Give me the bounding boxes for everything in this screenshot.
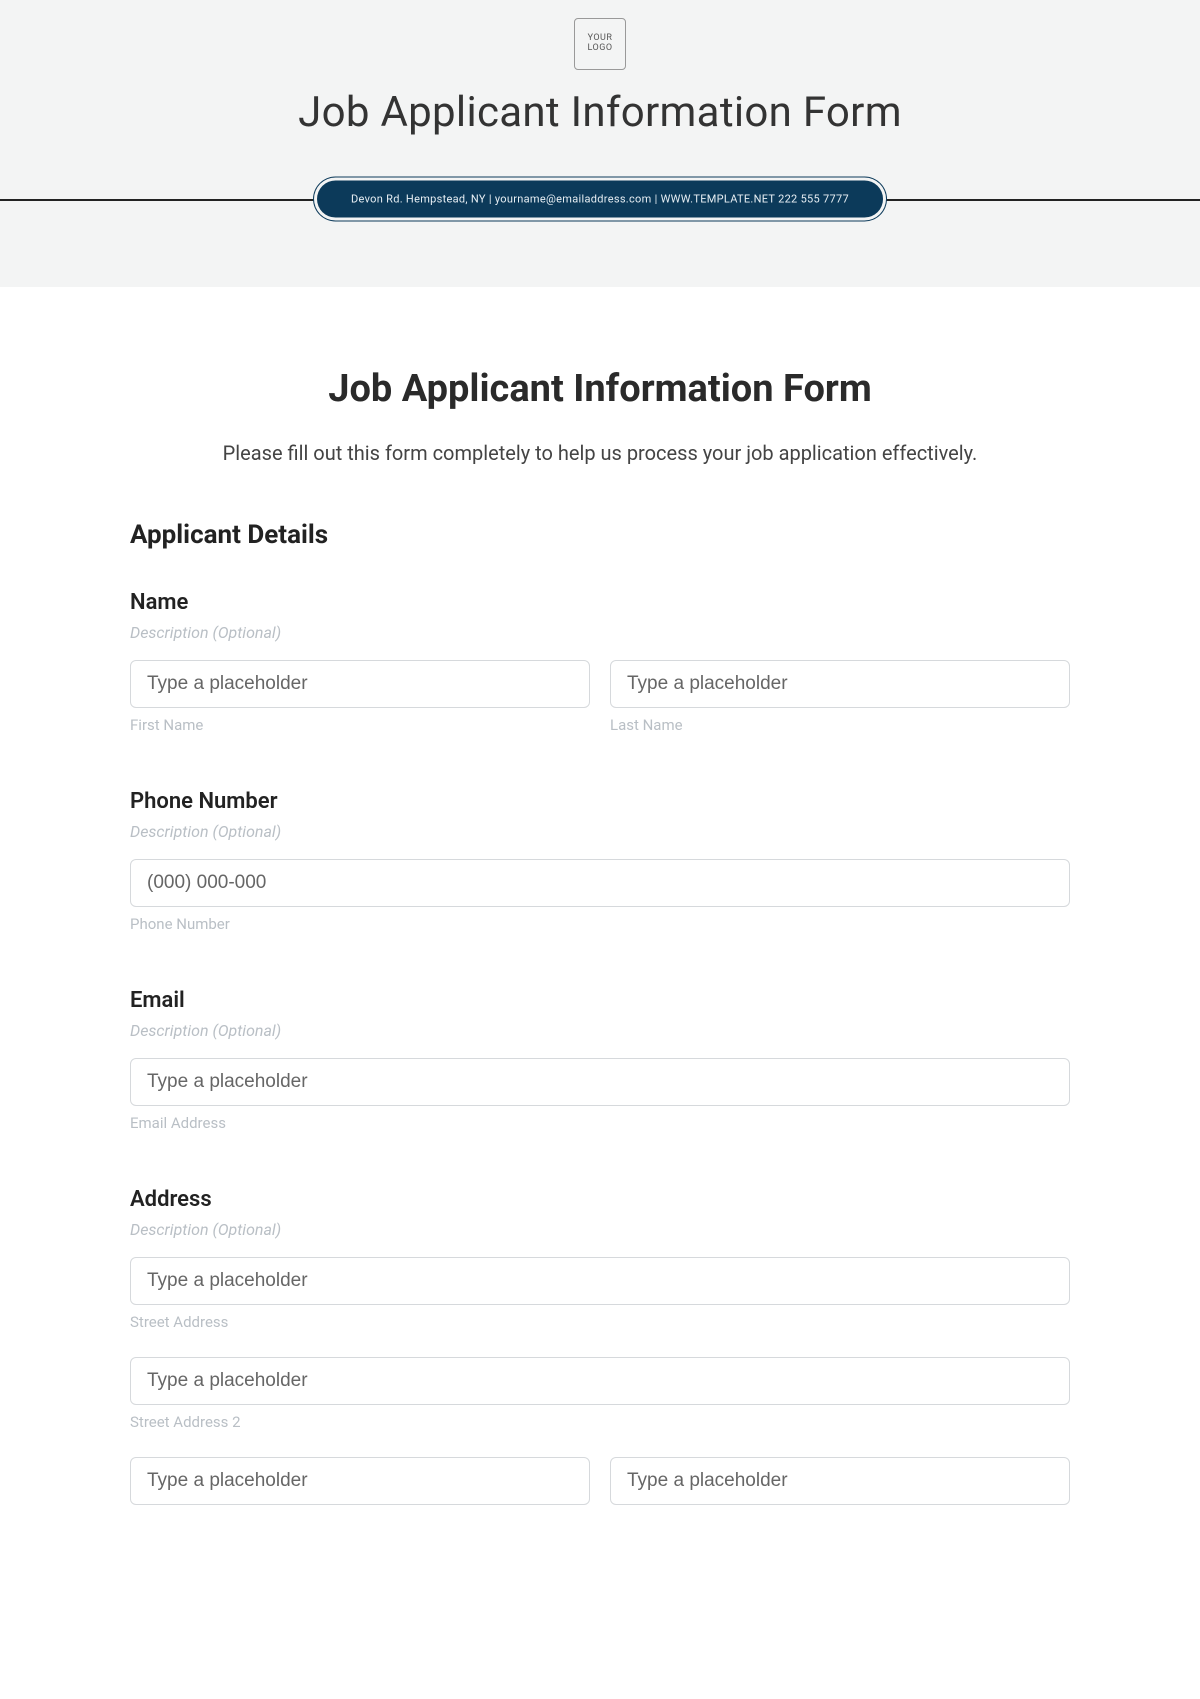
field-phone: Phone Number Description (Optional) Phon…	[130, 789, 1070, 933]
street-address-2-input[interactable]	[130, 1357, 1070, 1405]
banner: YOUR LOGO Job Applicant Information Form…	[0, 0, 1200, 287]
field-email: Email Description (Optional) Email Addre…	[130, 988, 1070, 1132]
email-description: Description (Optional)	[130, 1021, 1070, 1040]
phone-label: Phone Number	[130, 789, 1070, 814]
city-input[interactable]	[130, 1457, 590, 1505]
email-label: Email	[130, 988, 1070, 1013]
field-address: Address Description (Optional) Street Ad…	[130, 1187, 1070, 1505]
field-name: Name Description (Optional) First Name L…	[130, 590, 1070, 734]
address-label: Address	[130, 1187, 1070, 1212]
first-name-input[interactable]	[130, 660, 590, 708]
banner-divider: Devon Rd. Hempstead, NY | yourname@email…	[0, 171, 1200, 227]
address-description: Description (Optional)	[130, 1220, 1070, 1239]
street-address-2-sublabel: Street Address 2	[130, 1413, 1070, 1431]
form-container: Job Applicant Information Form Please fi…	[0, 287, 1200, 1545]
email-input[interactable]	[130, 1058, 1070, 1106]
street-address-input[interactable]	[130, 1257, 1070, 1305]
contact-pill: Devon Rd. Hempstead, NY | yourname@email…	[317, 181, 883, 218]
first-name-sublabel: First Name	[130, 716, 590, 734]
logo-placeholder: YOUR LOGO	[574, 18, 626, 70]
phone-description: Description (Optional)	[130, 822, 1070, 841]
banner-title: Job Applicant Information Form	[0, 88, 1200, 137]
email-sublabel: Email Address	[130, 1114, 1070, 1132]
section-heading-applicant-details: Applicant Details	[130, 520, 1070, 550]
banner-spacer	[0, 227, 1200, 287]
street-address-sublabel: Street Address	[130, 1313, 1070, 1331]
state-input[interactable]	[610, 1457, 1070, 1505]
name-description: Description (Optional)	[130, 623, 1070, 642]
last-name-input[interactable]	[610, 660, 1070, 708]
name-label: Name	[130, 590, 1070, 615]
phone-input[interactable]	[130, 859, 1070, 907]
form-title: Job Applicant Information Form	[130, 367, 1070, 411]
last-name-sublabel: Last Name	[610, 716, 1070, 734]
logo-text: YOUR LOGO	[575, 34, 625, 54]
phone-sublabel: Phone Number	[130, 915, 1070, 933]
form-intro: Please fill out this form completely to …	[130, 441, 1070, 465]
